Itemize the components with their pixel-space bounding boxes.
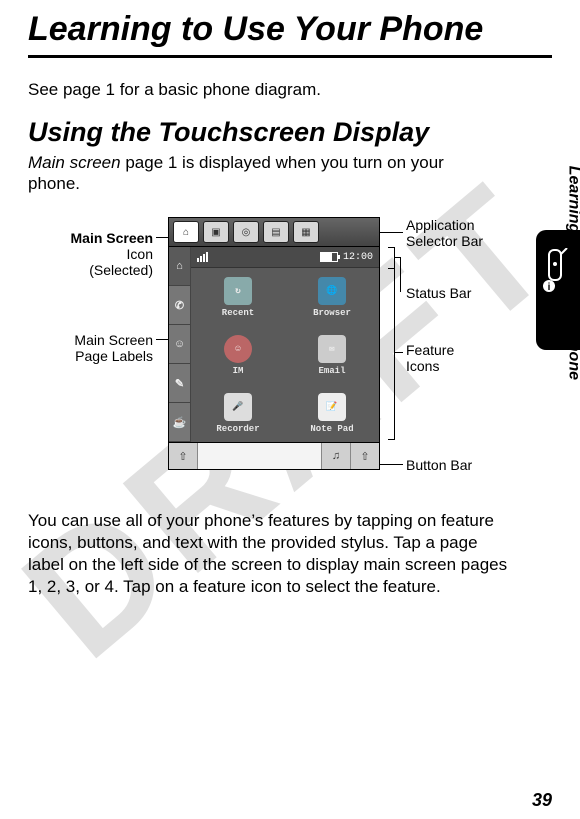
page-label-4[interactable]: ✎ [169,364,191,403]
page-title: Learning to Use Your Phone [28,10,552,49]
callout-text: Page Labels [75,348,153,364]
svg-text:i: i [548,282,551,293]
signal-icon [197,252,208,262]
app-selector-icon[interactable]: ▦ [293,221,319,243]
section-heading: Using the Touchscreen Display [28,118,458,148]
feature-email[interactable]: ✉ Email [285,326,379,384]
leader-line [400,257,401,292]
page-label-2[interactable]: ✆ [169,286,191,325]
leader-line [394,352,403,353]
phone-diagram: Main Screen Icon (Selected) Main Screen … [28,212,548,502]
page-label-1[interactable]: ⌂ [169,247,191,286]
feature-label: Note Pad [310,424,353,434]
leader-line [380,464,403,465]
feature-im[interactable]: ☺ IM [191,326,285,384]
intro-text: See page 1 for a basic phone diagram. [28,80,498,100]
feature-icon-grid: ↻ Recent 🌐 Browser ☺ IM ✉ [191,268,379,442]
button-bar-center[interactable] [198,443,322,469]
page-label-strip: ⌂ ✆ ☺ ✎ ☕ [169,247,191,442]
application-selector-bar: ⌂ ▣ ◎ ▤ ▦ [169,218,379,247]
app-selector-icon[interactable]: ▣ [203,221,229,243]
app-selector-main-icon[interactable]: ⌂ [173,221,199,243]
callout-button-bar: Button Bar [406,457,472,473]
page-label-5[interactable]: ☕ [169,403,191,442]
feature-notepad[interactable]: 📝 Note Pad [285,384,379,442]
email-icon: ✉ [318,335,346,363]
feature-label: Email [318,366,345,376]
recorder-icon: 🎤 [224,393,252,421]
notepad-icon: 📝 [318,393,346,421]
feature-label: IM [233,366,244,376]
callout-text: Feature [406,342,454,358]
feature-browser[interactable]: 🌐 Browser [285,268,379,326]
body-paragraph-2: You can use all of your phone’s features… [28,510,508,597]
feature-recorder[interactable]: 🎤 Recorder [191,384,285,442]
title-rule [28,55,552,58]
page-label-3[interactable]: ☺ [169,325,191,364]
bracket [388,247,395,269]
lead-term: Main screen [28,153,121,172]
callout-text: Application [406,217,475,233]
bracket [388,268,395,440]
feature-recent[interactable]: ↻ Recent [191,268,285,326]
button-bar-left[interactable]: ⇧ [169,443,198,469]
status-time: 12:00 [343,252,373,263]
button-bar: ⇧ ♫ ⇧ [169,442,379,469]
button-bar-icon[interactable]: ♫ [322,443,351,469]
callout-feature-icons: Feature Icons [406,342,454,374]
callout-text: Icon [127,246,153,262]
battery-icon [320,252,338,262]
status-bar: 12:00 [191,247,379,268]
callout-text: Status Bar [406,285,471,301]
callout-main-screen-icon: Main Screen Icon (Selected) [28,230,153,278]
app-selector-icon[interactable]: ▤ [263,221,289,243]
browser-icon: 🌐 [318,277,346,305]
button-bar-right[interactable]: ⇧ [351,443,379,469]
im-icon: ☺ [224,335,252,363]
leader-line [380,232,403,233]
recent-icon: ↻ [224,277,252,305]
callout-text: (Selected) [89,262,153,278]
callout-text: Selector Bar [406,233,483,249]
callout-text: Main Screen [74,332,153,348]
callout-text: Button Bar [406,457,472,473]
feature-label: Browser [313,308,351,318]
callout-app-selector: Application Selector Bar [406,217,483,249]
callout-text: Icons [406,358,439,374]
callout-text: Main Screen [71,230,153,246]
side-chapter-label: Learning to Use Your Phone [564,166,580,380]
callout-page-labels: Main Screen Page Labels [28,332,153,364]
app-selector-icon[interactable]: ◎ [233,221,259,243]
feature-label: Recorder [216,424,259,434]
callout-status-bar: Status Bar [406,285,471,301]
phone-screenshot: ⌂ ▣ ◎ ▤ ▦ ⌂ ✆ ☺ ✎ ☕ [168,217,380,470]
body-paragraph-1: Main screen page 1 is displayed when you… [28,152,488,195]
feature-label: Recent [222,308,254,318]
